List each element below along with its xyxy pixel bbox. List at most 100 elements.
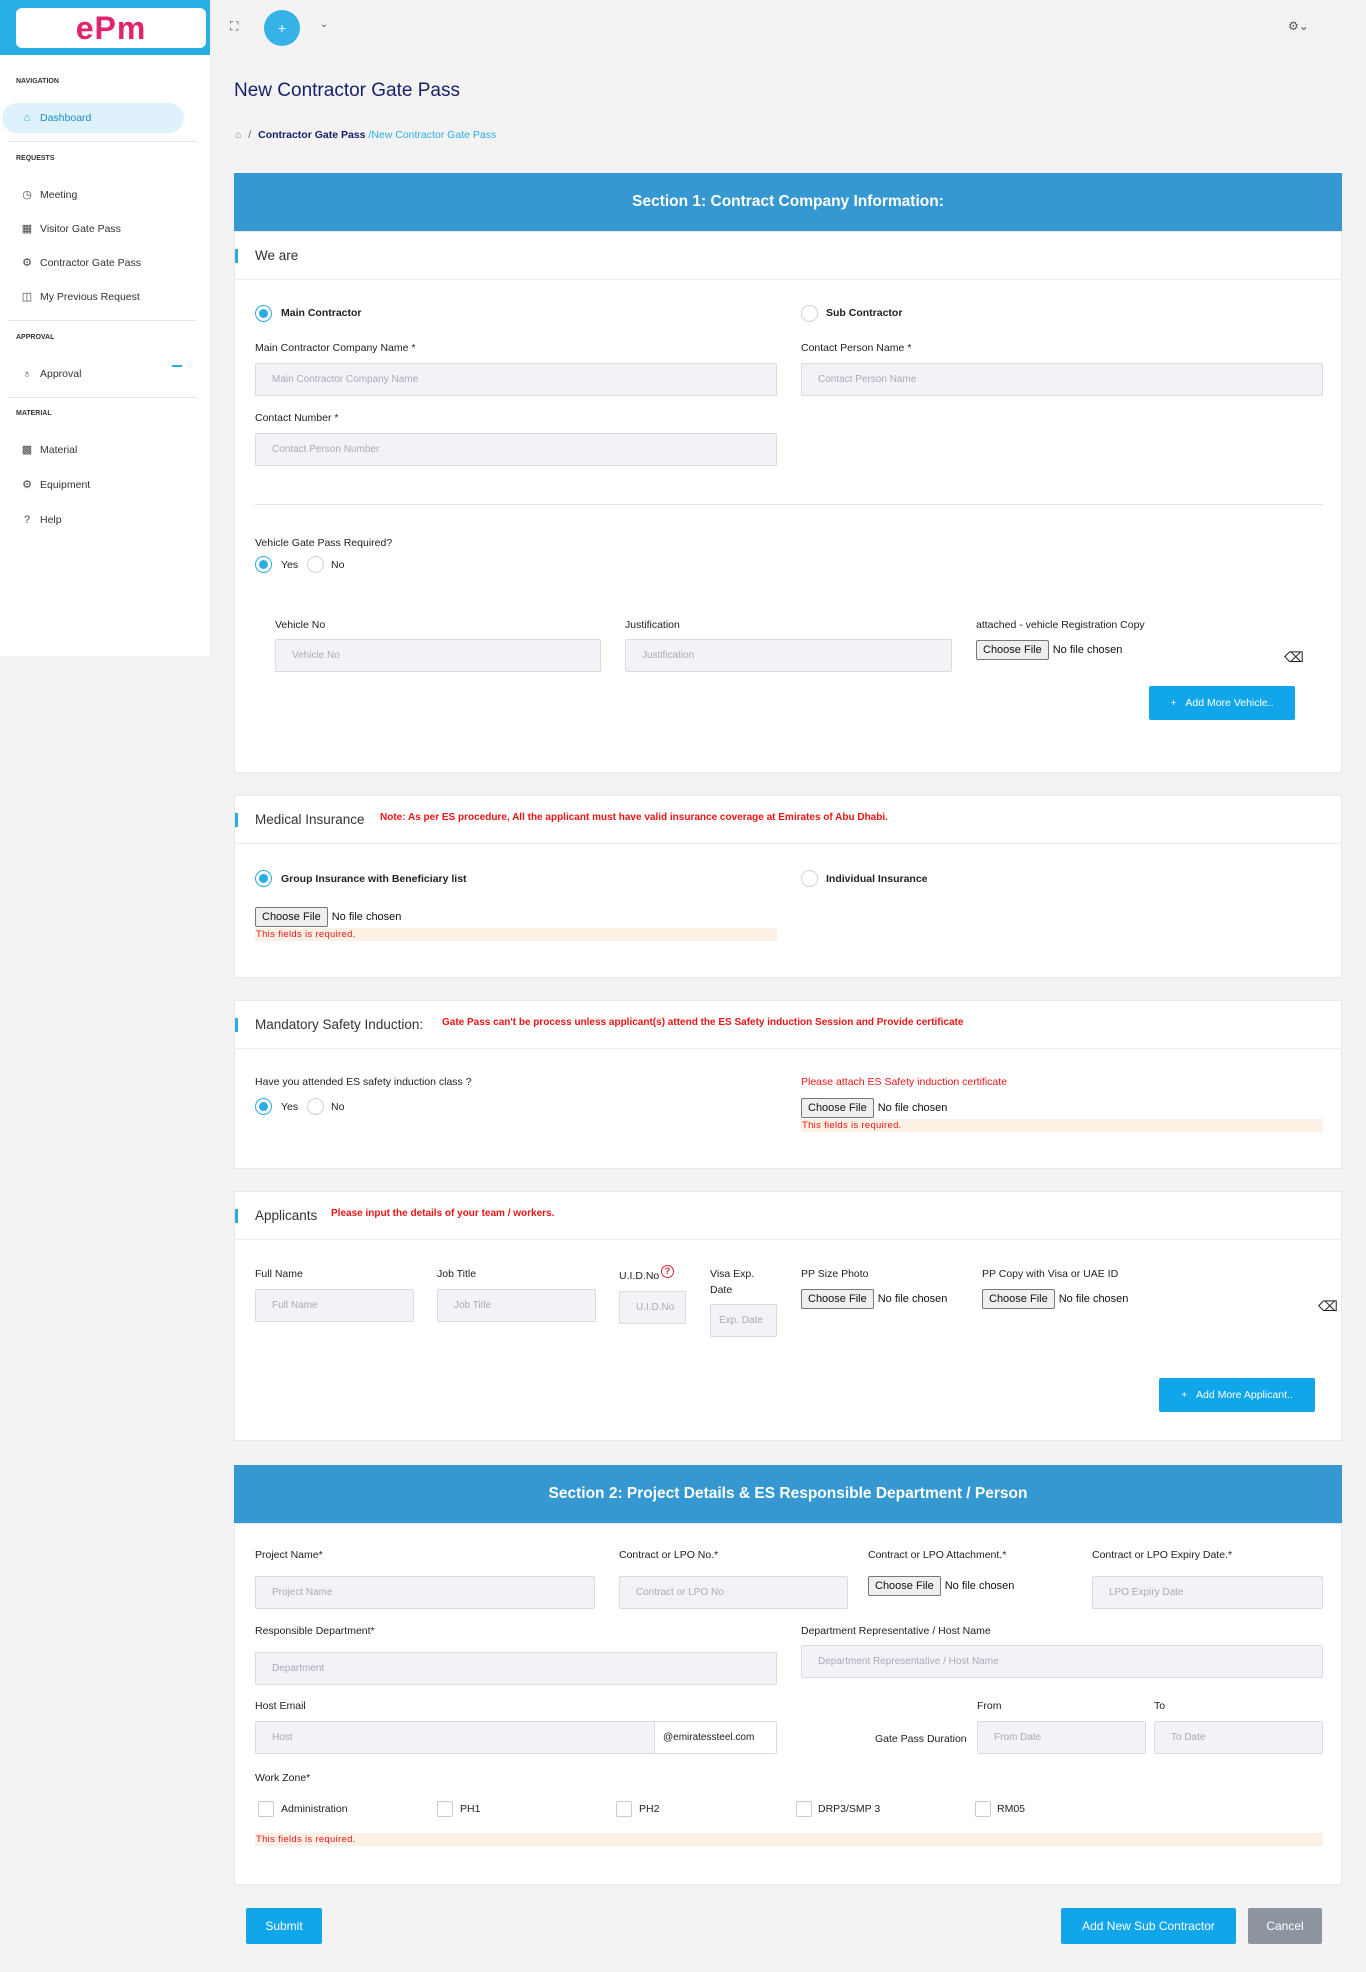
sidebar-item-equipment[interactable]: ⚙ Equipment: [16, 470, 198, 500]
zone-checkbox-ph1[interactable]: [437, 1801, 453, 1817]
sidebar-item-dashboard[interactable]: ⌂ Dashboard: [2, 103, 184, 133]
safety-no-radio[interactable]: [307, 1098, 324, 1115]
choose-file-button[interactable]: Choose File: [868, 1576, 941, 1596]
choose-file-button[interactable]: Choose File: [982, 1289, 1055, 1309]
error-message: This fields is required.: [255, 1833, 1323, 1846]
card-title: Medical Insurance: [255, 812, 365, 827]
lpo-file-input[interactable]: Choose File No file chosen: [868, 1576, 1014, 1596]
sidebar-item-contractor-gate-pass[interactable]: ⚙ Contractor Gate Pass: [16, 248, 198, 278]
settings-icon[interactable]: ⚙⌄: [1288, 19, 1309, 33]
full-name-label: Full Name: [255, 1268, 303, 1280]
clock-icon: ◷: [22, 189, 32, 201]
award-icon: ♁: [22, 368, 32, 380]
visa-label-line1: Visa Exp.: [710, 1268, 755, 1280]
fullscreen-icon[interactable]: ⛶: [230, 19, 238, 34]
choose-file-button[interactable]: Choose File: [255, 907, 328, 927]
add-button[interactable]: +: [264, 10, 300, 46]
full-name-input[interactable]: Full Name: [255, 1289, 414, 1322]
card-header: Mandatory Safety Induction: Gate Pass ca…: [235, 1001, 1341, 1049]
logo[interactable]: ePm: [16, 8, 206, 48]
choose-file-button[interactable]: Choose File: [801, 1098, 874, 1118]
sub-contractor-label: Sub Contractor: [826, 307, 903, 319]
sidebar-item-previous-request[interactable]: ◫ My Previous Request: [16, 282, 198, 312]
contact-person-label: Contact Person Name *: [801, 342, 912, 354]
building-icon: ▦: [21, 223, 33, 235]
chevron-down-icon[interactable]: ⌄: [320, 19, 328, 30]
sub-contractor-radio[interactable]: [801, 305, 818, 322]
uid-input[interactable]: U.I.D.No: [619, 1291, 686, 1324]
sidebar-item-label: Material: [40, 444, 78, 456]
home-icon[interactable]: ⌂: [235, 129, 241, 141]
vehicle-no-input[interactable]: Vehicle No: [275, 639, 601, 672]
choose-file-button[interactable]: Choose File: [801, 1289, 874, 1309]
sidebar-item-visitor-gate-pass[interactable]: ▦ Visitor Gate Pass: [16, 214, 198, 244]
lpo-expiry-input[interactable]: LPO Expiry Date: [1092, 1576, 1323, 1609]
visa-date-input[interactable]: Exp. Date: [710, 1304, 777, 1337]
vehicle-question: Vehicle Gate Pass Required?: [255, 537, 393, 549]
nav-heading-approval: APPROVAL: [16, 334, 55, 341]
divider: [8, 320, 196, 321]
delete-row-icon[interactable]: ⌫: [1284, 649, 1304, 666]
lpo-no-input[interactable]: Contract or LPO No: [619, 1576, 848, 1609]
zone-label-administration: Administration: [281, 1803, 348, 1815]
registration-copy-label: attached - vehicle Registration Copy: [976, 619, 1145, 631]
breadcrumb-parent[interactable]: Contractor Gate Pass: [258, 129, 365, 141]
add-applicant-button[interactable]: + Add More Applicant..: [1159, 1378, 1315, 1412]
zone-checkbox-drp3[interactable]: [796, 1801, 812, 1817]
company-name-input[interactable]: Main Contractor Company Name: [255, 363, 777, 396]
vehicle-no-label: No: [331, 559, 345, 571]
contact-person-input[interactable]: Contact Person Name: [801, 363, 1323, 396]
job-title-label: Job Title: [437, 1268, 477, 1280]
cancel-button[interactable]: Cancel: [1248, 1908, 1322, 1944]
add-new-sub-contractor-button[interactable]: Add New Sub Contractor: [1061, 1908, 1236, 1944]
safety-question: Have you attended ES safety induction cl…: [255, 1076, 472, 1088]
cubes-icon: ▩: [21, 444, 33, 456]
photo-file-input[interactable]: Choose File No file chosen: [801, 1289, 947, 1309]
pp-copy-file-input[interactable]: Choose File No file chosen: [982, 1289, 1128, 1309]
zone-checkbox-rm05[interactable]: [975, 1801, 991, 1817]
sidebar-item-help[interactable]: ? Help: [16, 505, 198, 535]
from-date-input[interactable]: From Date: [977, 1721, 1146, 1754]
project-name-label: Project Name*: [255, 1549, 323, 1561]
vehicle-yes-radio[interactable]: [255, 556, 272, 573]
delete-row-icon[interactable]: ⌫: [1318, 1298, 1338, 1315]
project-details-card: Project Name* Project Name Contract or L…: [234, 1523, 1342, 1885]
file-status: No file chosen: [944, 1580, 1015, 1592]
nav-heading-material: MATERIAL: [16, 410, 52, 417]
file-status: No file chosen: [1052, 644, 1123, 656]
add-applicant-label: Add More Applicant..: [1196, 1389, 1293, 1401]
card-title: Mandatory Safety Induction:: [255, 1017, 424, 1032]
to-date-input[interactable]: To Date: [1154, 1721, 1323, 1754]
justification-input[interactable]: Justification: [625, 639, 952, 672]
department-input[interactable]: Department: [255, 1652, 777, 1685]
individual-insurance-radio[interactable]: [801, 870, 818, 887]
registration-file-input[interactable]: Choose File No file chosen: [976, 640, 1122, 660]
sidebar-item-meeting[interactable]: ◷ Meeting: [16, 180, 198, 210]
main-contractor-radio[interactable]: [255, 305, 272, 322]
question-icon[interactable]: ?: [661, 1265, 674, 1278]
group-insurance-radio[interactable]: [255, 870, 272, 887]
section1-banner: Section 1: Contract Company Information:: [234, 173, 1342, 231]
submit-button[interactable]: Submit: [246, 1908, 322, 1944]
file-status: No file chosen: [331, 911, 402, 923]
error-message: This fields is required.: [801, 1119, 1323, 1132]
choose-file-button[interactable]: Choose File: [976, 640, 1049, 660]
zone-checkbox-administration[interactable]: [258, 1801, 274, 1817]
sidebar-item-material[interactable]: ▩ Material: [16, 435, 198, 465]
justification-label: Justification: [625, 619, 680, 631]
contact-number-input[interactable]: Contact Person Number: [255, 433, 777, 466]
job-title-input[interactable]: Job Title: [437, 1289, 596, 1322]
add-vehicle-button[interactable]: + Add More Vehicle..: [1149, 686, 1295, 720]
card-header: Medical Insurance Note: As per ES proced…: [235, 796, 1341, 844]
sidebar-item-approval[interactable]: ♁ Approval: [16, 359, 198, 389]
vehicle-no-radio[interactable]: [307, 556, 324, 573]
representative-input[interactable]: Department Representative / Host Name: [801, 1645, 1323, 1678]
sidebar-item-label: Approval: [40, 368, 82, 380]
zone-checkbox-ph2[interactable]: [616, 1801, 632, 1817]
safety-file-input[interactable]: Choose File No file chosen: [801, 1098, 947, 1118]
insurance-file-input[interactable]: Choose File No file chosen: [255, 907, 401, 927]
add-vehicle-label: Add More Vehicle..: [1185, 697, 1274, 709]
host-email-input[interactable]: Host: [255, 1721, 656, 1754]
project-name-input[interactable]: Project Name: [255, 1576, 595, 1609]
safety-yes-radio[interactable]: [255, 1098, 272, 1115]
